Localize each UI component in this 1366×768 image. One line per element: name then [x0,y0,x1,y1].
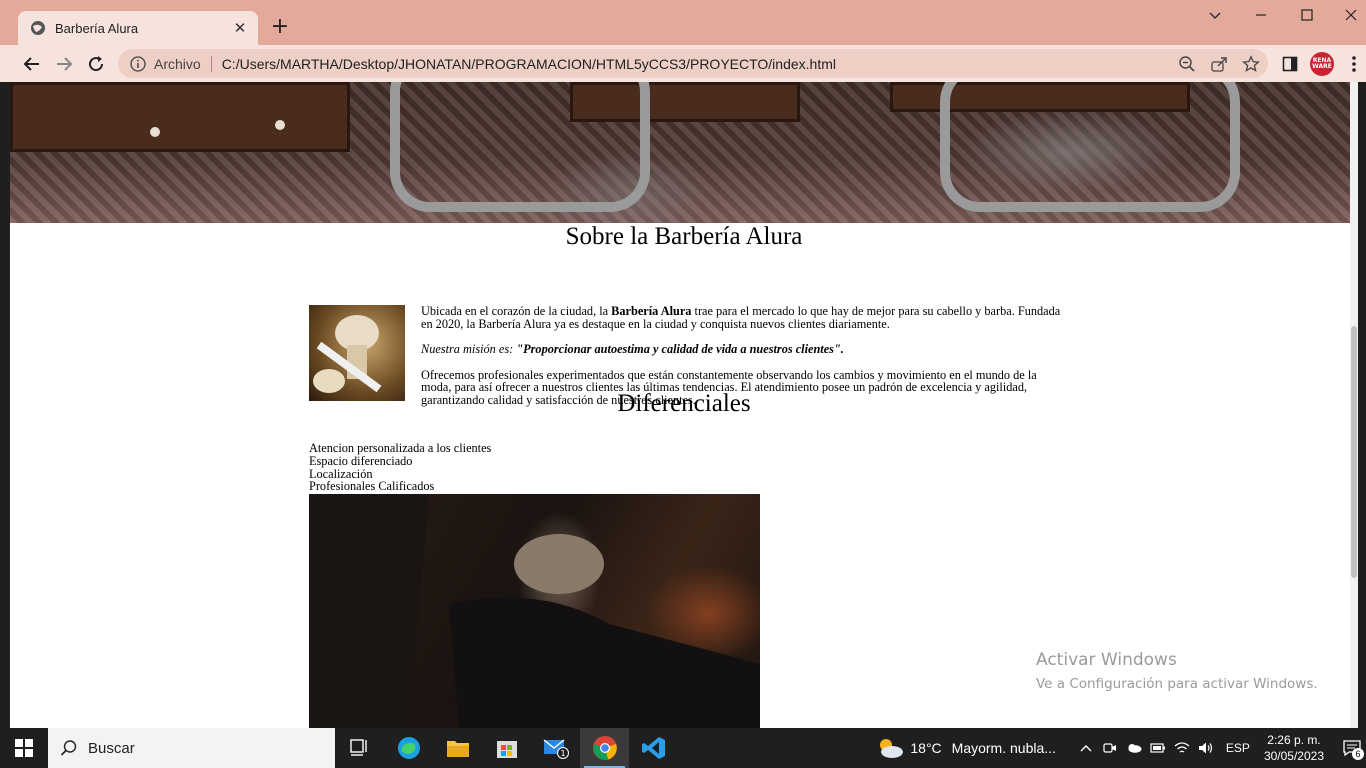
list-item: Atencion personalizada a los clientes [309,441,492,455]
knob-shape [150,127,160,137]
chevron-down-icon[interactable] [1200,6,1230,28]
about-title: Sobre la Barbería Alura [565,223,803,250]
close-window-icon[interactable] [1336,6,1366,28]
weather-desc: Mayorm. nubla... [951,740,1056,756]
diferenciales-list: Atencion personalizada a los clientes Es… [309,442,491,493]
browser-tab-bar: Barbería Alura ✕ + [0,0,1366,45]
address-bar[interactable]: Archivo C:/Users/MARTHA/Desktop/JHONATAN… [118,49,1268,78]
maximize-icon[interactable] [1292,6,1322,28]
url-text[interactable]: C:/Users/MARTHA/Desktop/JHONATAN/PROGRAM… [222,56,1178,72]
hero-banner-image [10,82,1358,223]
scrollbar-thumb[interactable] [1351,326,1357,578]
minimize-icon[interactable] [1246,6,1276,28]
weather-cloud-icon [880,739,904,758]
clock-time: 2:26 p. m. [1267,733,1321,747]
diferenciales-title: Diferenciales [617,390,751,417]
taskbar-clock[interactable]: 2:26 p. m. 30/05/2023 [1264,732,1324,764]
windows-logo-icon [15,739,33,757]
mail-badge: 1 [560,749,565,758]
list-item: Profesionales Calificados [309,479,435,494]
cabinet-shape [10,82,350,152]
chrome-icon [592,736,617,760]
folder-icon [446,741,469,757]
meet-now-icon[interactable] [1098,728,1122,768]
zoom-out-icon[interactable] [1178,55,1196,73]
side-panel-icon[interactable] [1278,52,1302,76]
origin-chip[interactable]: Archivo [154,55,212,72]
onedrive-icon[interactable] [1122,728,1146,768]
new-tab-button[interactable]: + [266,14,294,42]
knob-shape [275,120,285,130]
vertical-scrollbar[interactable] [1350,82,1358,728]
mission-paragraph: Nuestra misión es: "Proporcionar autoest… [421,343,1061,356]
volume-icon[interactable] [1194,728,1218,768]
mail-icon: 1 [543,739,569,759]
task-view-icon [349,739,367,756]
about-paragraph-1: Ubicada en el corazón de la ciudad, la B… [421,305,1061,330]
notification-count: 6 [1352,748,1364,760]
search-placeholder: Buscar [88,739,135,757]
task-view-button[interactable] [335,728,384,768]
back-icon[interactable] [19,51,45,77]
taskbar-store[interactable] [482,728,531,768]
wifi-icon[interactable] [1170,728,1194,768]
edge-icon [397,737,420,759]
watermark-title: Activar Windows [1036,650,1177,670]
reload-icon[interactable] [83,51,109,77]
profile-label: RENA WARE [1310,52,1334,76]
page-viewport: Sobre la Barbería Alura Ubicada en el co… [10,82,1358,728]
barber-chair-shape [390,82,650,212]
windows-activation-watermark: Activar Windows Ve a Configuración para … [1036,650,1318,692]
weather-widget[interactable]: 18°C Mayorm. nubla... [876,737,1056,759]
battery-icon[interactable] [1146,728,1170,768]
chevron-up-icon[interactable] [1074,728,1098,768]
profile-avatar[interactable]: RENA WARE [1310,52,1334,76]
star-icon[interactable] [1242,54,1260,73]
barber-chair-shape [940,82,1240,212]
weather-temp: 18°C [910,740,942,756]
taskbar-mail[interactable]: 1 [531,728,580,768]
info-icon[interactable] [130,55,146,72]
tab-barberia-alura[interactable]: Barbería Alura ✕ [18,11,258,45]
store-icon [496,741,517,758]
share-icon[interactable] [1210,55,1228,73]
watermark-subtitle: Ve a Configuración para activar Windows. [1036,676,1318,692]
start-button[interactable] [0,728,48,768]
main-content: Sobre la Barbería Alura Ubicada en el co… [309,223,1060,493]
mission-text: "Proporcionar autoestima y calidad de vi… [516,342,844,357]
kebab-menu-icon[interactable] [1342,52,1366,76]
taskbar-vscode[interactable] [629,728,678,768]
search-icon [60,740,77,756]
browser-toolbar: Archivo C:/Users/MARTHA/Desktop/JHONATAN… [0,45,1366,82]
globe-icon [31,21,45,35]
barber-shaving-image [309,494,760,728]
forward-icon[interactable] [51,51,77,77]
input-language[interactable]: ESP [1226,741,1250,755]
taskbar-chrome[interactable] [580,728,629,768]
windows-taskbar: Buscar 1 18°C Mayorm. nubla... ESP 2:26 … [0,728,1366,768]
tab-title: Barbería Alura [55,20,139,36]
shaving-kit-image [309,305,405,401]
taskbar-file-explorer[interactable] [433,728,482,768]
mission-label: Nuestra misión es: [421,342,517,357]
system-tray: 18°C Mayorm. nubla... ESP 2:26 p. m. 30/… [876,728,1366,768]
vscode-icon [641,737,665,759]
clock-date: 30/05/2023 [1263,749,1324,763]
taskbar-edge[interactable] [384,728,433,768]
taskbar-search-box[interactable]: Buscar [48,728,335,768]
close-tab-icon[interactable]: ✕ [232,19,248,37]
list-item: Espacio diferenciado [309,453,413,468]
notification-center-button[interactable]: 6 [1338,728,1366,768]
